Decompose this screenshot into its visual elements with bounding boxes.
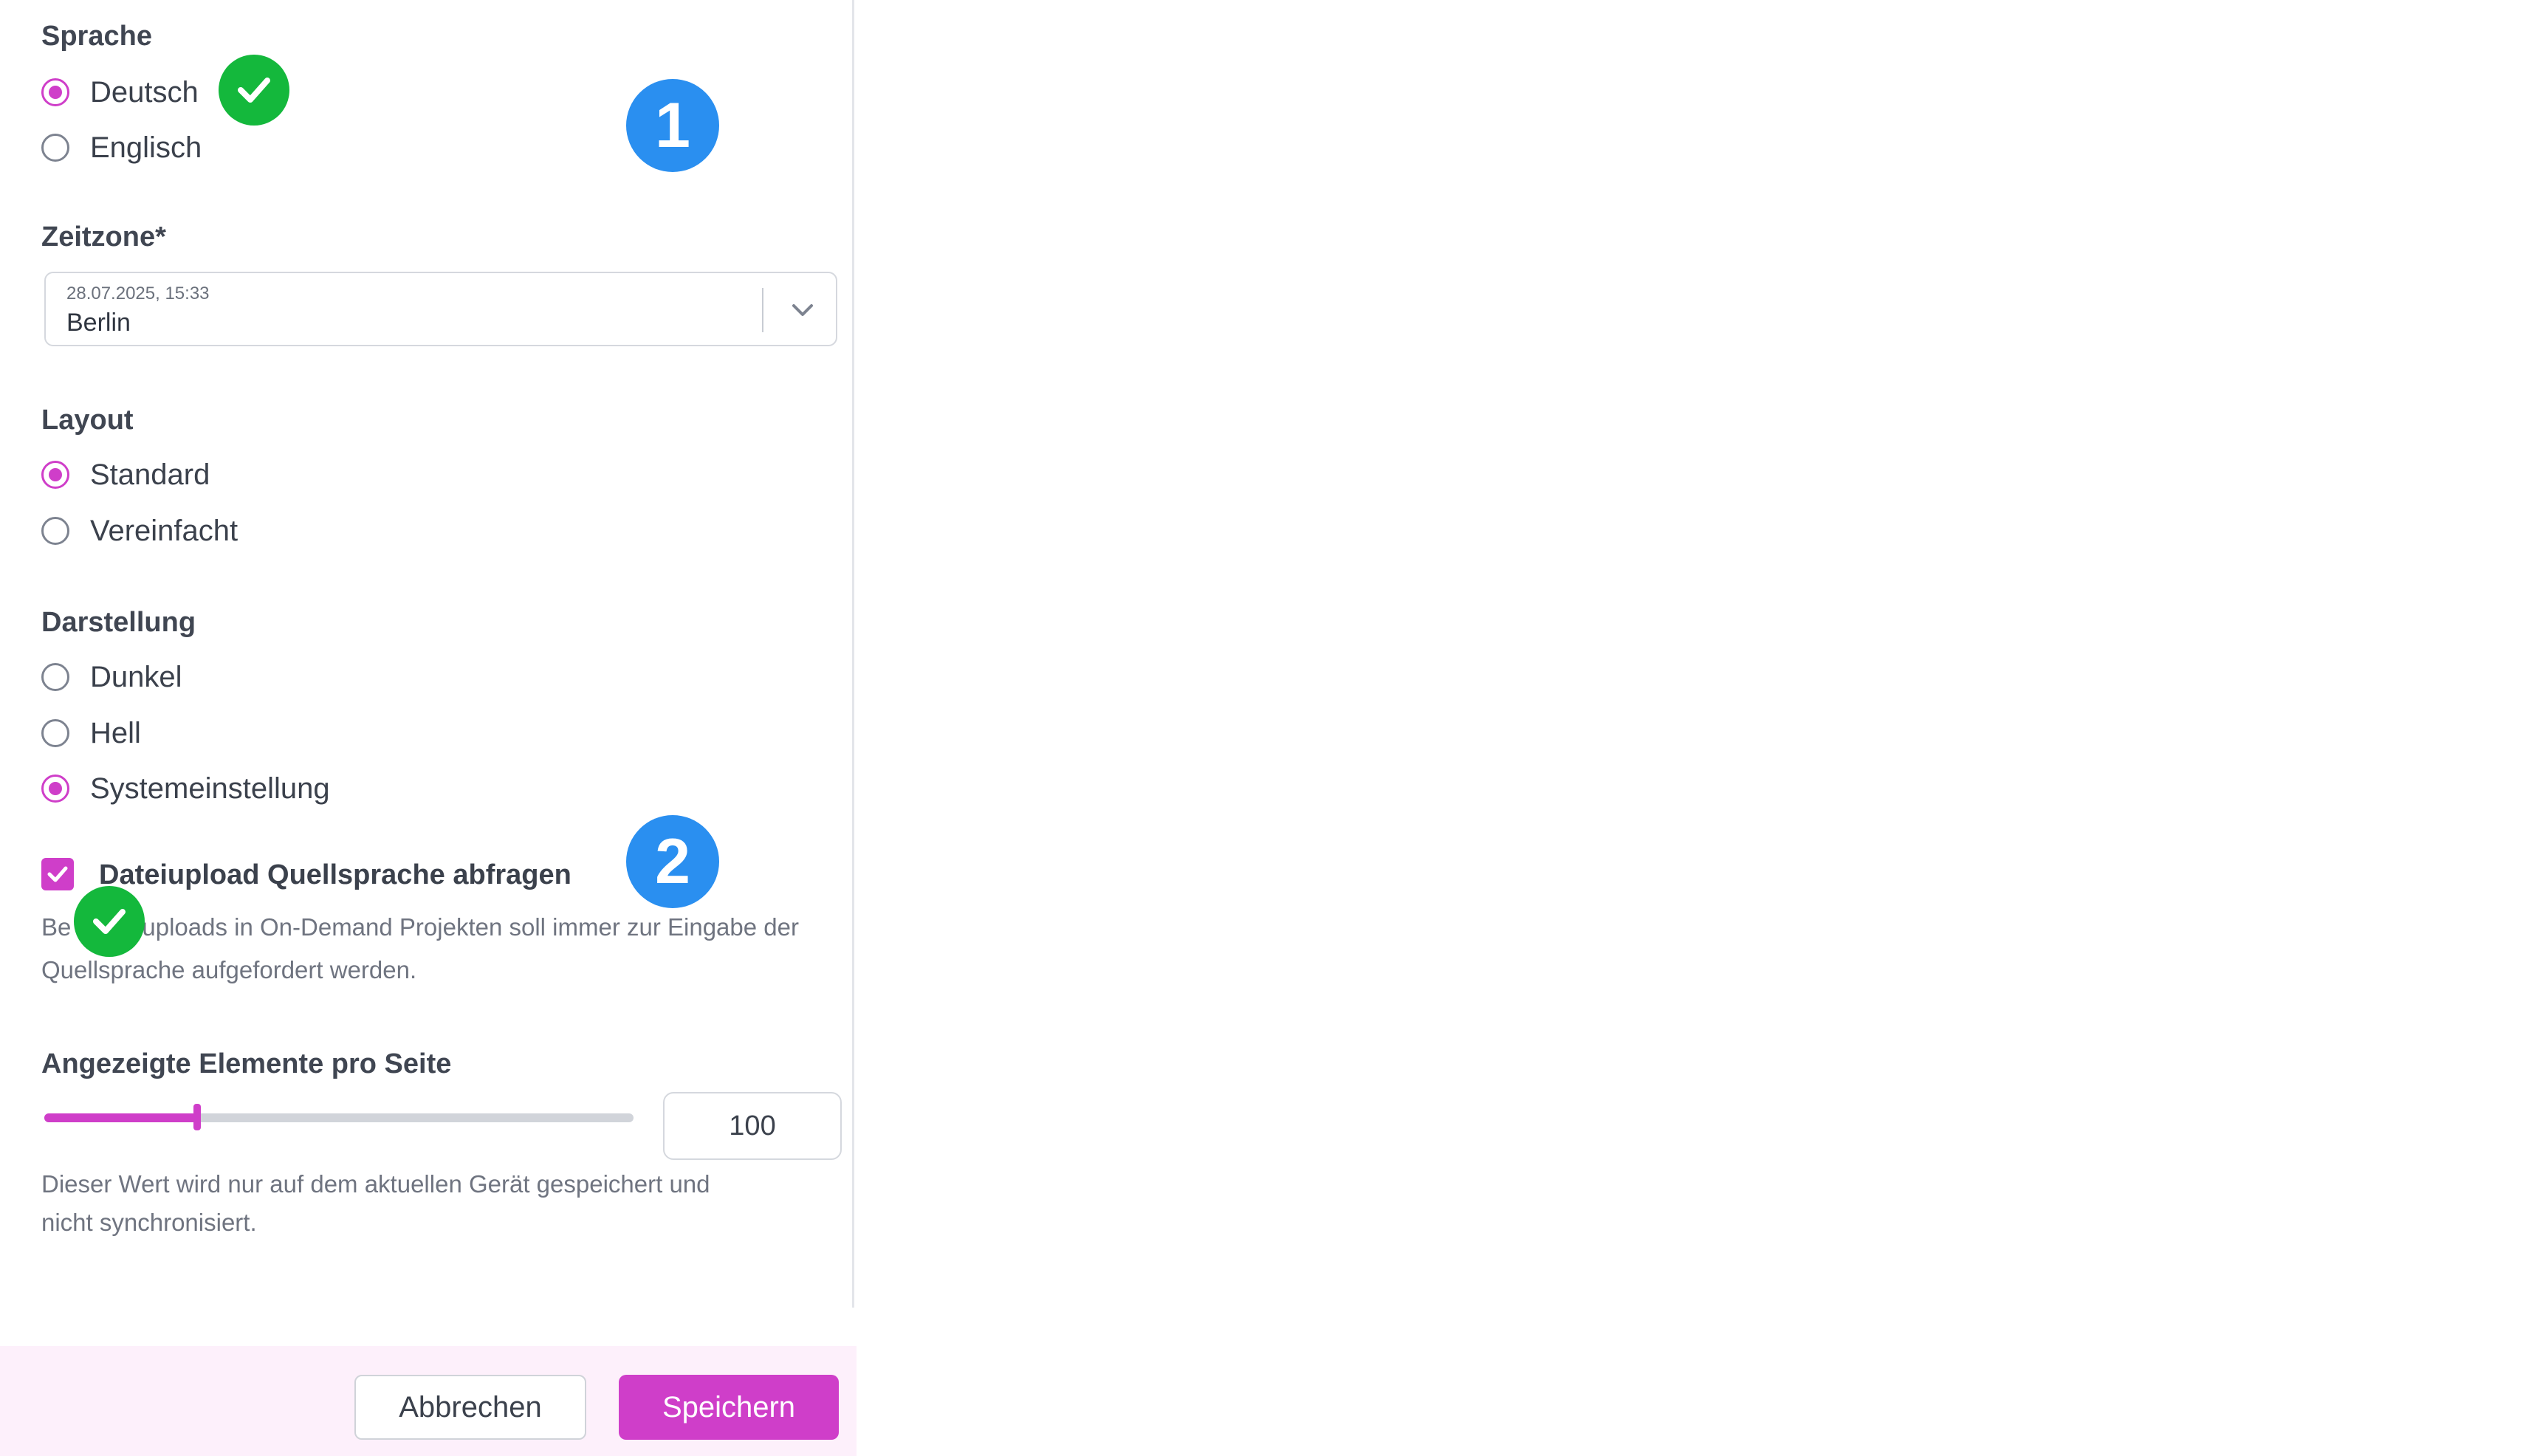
step-badge-1: 1 (626, 79, 719, 172)
check-icon (219, 55, 289, 126)
radio-layout-vereinfacht[interactable]: Vereinfacht (41, 512, 238, 549)
upload-help-line1-end: uploads in On-Demand Projekten soll imme… (142, 913, 799, 941)
check-icon (238, 78, 270, 103)
select-divider (762, 288, 763, 332)
upload-checkbox-label[interactable]: Dateiupload Quellsprache abfragen (99, 859, 572, 891)
slider-fill (44, 1113, 197, 1122)
radio-button[interactable] (41, 78, 69, 106)
radio-button[interactable] (41, 719, 69, 747)
radio-button[interactable] (41, 461, 69, 489)
radio-button[interactable] (41, 663, 69, 691)
layout-heading: Layout (41, 405, 134, 436)
radio-button[interactable] (41, 775, 69, 803)
timezone-heading: Zeitzone* (41, 222, 166, 253)
upload-help-line2: Quellsprache aufgefordert werden. (41, 956, 417, 983)
radio-layout-standard[interactable]: Standard (41, 456, 210, 493)
cancel-button[interactable]: Abbrechen (354, 1375, 586, 1440)
radio-label: Systemeinstellung (90, 772, 330, 805)
upload-help-line1-start: Be (41, 913, 72, 941)
radio-language-deutsch[interactable]: Deutsch (41, 74, 199, 111)
radio-button[interactable] (41, 517, 69, 545)
radio-appearance-dunkel[interactable]: Dunkel (41, 659, 182, 696)
upload-source-language-checkbox[interactable] (41, 858, 74, 890)
radio-label: Hell (90, 716, 141, 749)
radio-language-englisch[interactable]: Englisch (41, 129, 202, 166)
checkbox-check-icon (47, 866, 68, 882)
timezone-select[interactable]: 28.07.2025, 15:33 Berlin (44, 272, 837, 346)
radio-label: Englisch (90, 131, 202, 164)
language-heading: Sprache (41, 21, 152, 52)
panel-divider (852, 0, 854, 1308)
settings-panel: Sprache Deutsch Englisch Zeitzone* 28.07… (0, 0, 854, 1456)
upload-help-text: Be uploads in On-Demand Projekten soll im… (41, 906, 799, 992)
timezone-datetime: 28.07.2025, 15:33 (66, 284, 210, 303)
items-per-page-help-text: Dieser Wert wird nur auf dem aktuellen G… (41, 1165, 710, 1242)
radio-button[interactable] (41, 134, 69, 162)
radio-label: Dunkel (90, 660, 182, 693)
radio-appearance-hell[interactable]: Hell (41, 715, 141, 752)
items-per-page-input[interactable] (663, 1092, 842, 1160)
step-badge-2: 2 (626, 815, 719, 908)
radio-appearance-systemeinstellung[interactable]: Systemeinstellung (41, 770, 330, 807)
save-button[interactable]: Speichern (619, 1375, 839, 1440)
slider-thumb[interactable] (193, 1104, 201, 1130)
check-icon (93, 909, 126, 934)
items-help-line2: nicht synchronisiert. (41, 1209, 257, 1236)
appearance-heading: Darstellung (41, 607, 196, 638)
chevron-down-icon[interactable] (786, 294, 819, 326)
items-per-page-heading: Angezeigte Elemente pro Seite (41, 1048, 452, 1079)
check-icon (74, 886, 145, 957)
timezone-value: Berlin (66, 309, 131, 337)
radio-label: Deutsch (90, 75, 199, 109)
items-help-line1: Dieser Wert wird nur auf dem aktuellen G… (41, 1170, 710, 1198)
radio-label: Vereinfacht (90, 514, 238, 547)
radio-label: Standard (90, 458, 210, 491)
